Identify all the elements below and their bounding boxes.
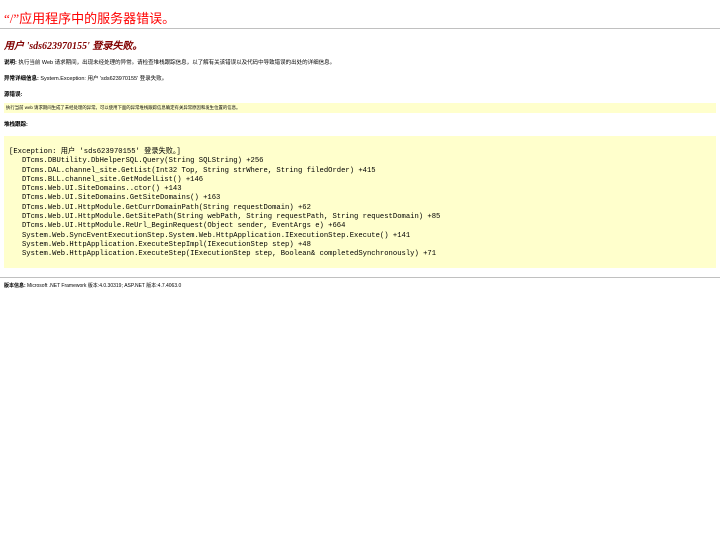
stack-trace-line: System.Web.HttpApplication.ExecuteStep(I… bbox=[9, 250, 437, 259]
description-text: 执行当前 Web 请求期间，出现未经处理的异常。请检查堆栈跟踪信息，以了解有关该… bbox=[16, 60, 336, 66]
stack-trace-line: DTcms.Web.UI.SiteDomains..ctor() +143 bbox=[9, 185, 182, 194]
stack-trace-line: DTcms.Web.UI.HttpModule.GetCurrDomainPat… bbox=[9, 203, 311, 212]
exception-details-paragraph: 异常详细信息: System.Exception: 用户 'sds6239701… bbox=[4, 75, 716, 83]
stack-trace-line: System.Web.SyncEventExecutionStep.System… bbox=[9, 231, 411, 240]
source-error-label: 源错误: bbox=[4, 92, 23, 98]
source-error-text: 执行当前 web 请求期间生成了未经处理的异常。可以使用下面的异常堆栈跟踪信息确… bbox=[6, 105, 241, 110]
stack-trace-line: System.Web.HttpApplication.ExecuteStepIm… bbox=[9, 240, 311, 249]
stack-trace-line: DTcms.Web.UI.HttpModule.GetSitePath(Stri… bbox=[9, 213, 441, 222]
top-divider bbox=[0, 28, 720, 29]
stack-trace-box: [Exception: 用户 'sds623970155' 登录失败。] DTc… bbox=[4, 136, 716, 268]
stack-trace-line: DTcms.Web.UI.HttpModule.ReUrl_BeginReque… bbox=[9, 222, 346, 231]
version-label: 版本信息: bbox=[4, 283, 26, 289]
description-paragraph: 说明: 执行当前 Web 请求期间，出现未经处理的异常。请检查堆栈跟踪信息，以了… bbox=[4, 59, 716, 67]
stack-trace-heading: 堆栈跟踪: bbox=[4, 121, 716, 129]
stack-trace-line: DTcms.BLL.channel_site.GetModelList() +1… bbox=[9, 175, 204, 184]
exception-details-text: System.Exception: 用户 'sds623970155' 登录失败… bbox=[38, 76, 168, 82]
source-error-heading: 源错误: bbox=[4, 91, 716, 99]
bottom-divider bbox=[0, 277, 720, 278]
stack-trace-line: DTcms.DBUtility.DbHelperSQL.Query(String… bbox=[9, 157, 264, 166]
stack-trace-line: DTcms.DAL.channel_site.GetList(Int32 Top… bbox=[9, 166, 376, 175]
stack-trace-line: [Exception: 用户 'sds623970155' 登录失败。] bbox=[9, 148, 181, 156]
version-text: Microsoft .NET Framework 版本:4.0.30319; A… bbox=[25, 283, 182, 289]
source-error-box: 执行当前 web 请求期间生成了未经处理的异常。可以使用下面的异常堆栈跟踪信息确… bbox=[4, 103, 716, 113]
stack-trace-label: 堆栈跟踪: bbox=[4, 122, 28, 128]
page-title: “/”应用程序中的服务器错误。 bbox=[4, 11, 176, 26]
error-title: 用户 'sds623970155' 登录失败。 bbox=[4, 41, 143, 52]
stack-trace-line: DTcms.Web.UI.SiteDomains.GetSiteDomains(… bbox=[9, 194, 221, 203]
description-label: 说明: bbox=[4, 60, 17, 66]
exception-details-label: 异常详细信息: bbox=[4, 76, 39, 82]
version-info: 版本信息: Microsoft .NET Framework 版本:4.0.30… bbox=[4, 282, 716, 289]
